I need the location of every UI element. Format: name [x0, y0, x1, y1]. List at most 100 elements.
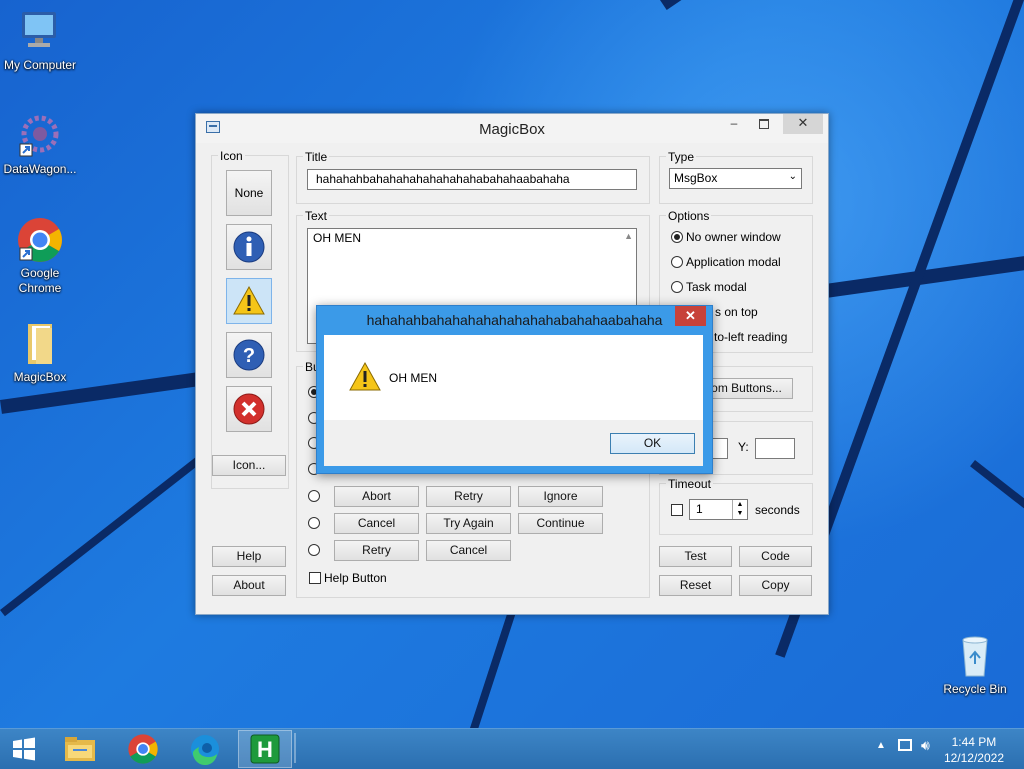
desktop-icon-label: MagicBox	[13, 370, 67, 384]
maximize-icon	[759, 119, 769, 129]
chevron-down-icon: ⌄	[788, 171, 797, 182]
option-task-modal-radio[interactable]	[671, 281, 683, 293]
minimize-button[interactable]: ‒	[719, 114, 749, 134]
message-box-text: OH MEN	[389, 371, 437, 385]
icon-info-button[interactable]	[226, 224, 272, 270]
taskbar-magicbox-app[interactable]: H	[238, 730, 292, 768]
timeout-value: 1	[696, 502, 703, 516]
h-app-icon: H	[250, 734, 280, 764]
title-group-label: Title	[303, 150, 330, 164]
desktop-icon-magicbox[interactable]: MagicBox	[0, 320, 80, 385]
title-input[interactable]: hahahahbahahahahahahahahabahahaabahaha	[307, 169, 637, 190]
title-bar[interactable]: MagicBox ‒ ✕	[196, 114, 828, 143]
text-value: OH MEN	[313, 231, 361, 245]
volume-icon[interactable]: 🔊︎	[921, 737, 930, 754]
choose-icon-button[interactable]: Icon...	[212, 455, 286, 476]
error-icon	[233, 393, 265, 425]
ignore-button[interactable]: Ignore	[518, 486, 603, 507]
icon-error-button[interactable]	[226, 386, 272, 432]
custom-buttons-button[interactable]: om Buttons...	[700, 378, 793, 399]
spinner-arrows-icon: ▲ ▼	[732, 500, 747, 519]
timeout-group-label: Timeout	[666, 477, 713, 491]
ok-button[interactable]: OK	[610, 433, 695, 454]
warning-icon	[349, 361, 381, 391]
retry-button[interactable]: Retry	[334, 540, 419, 561]
icon-warning-button[interactable]	[226, 278, 272, 324]
option-app-modal-label: Application modal	[686, 255, 781, 269]
help-button[interactable]: Help	[212, 546, 286, 567]
folder-icon	[16, 320, 64, 368]
cancel-button[interactable]: Cancel	[426, 540, 511, 561]
options-group-label: Options	[666, 209, 712, 223]
y-position-input[interactable]	[755, 438, 795, 459]
option-app-modal-radio[interactable]	[671, 256, 683, 268]
text-group-label: Text	[303, 209, 330, 223]
warning-icon	[233, 285, 265, 315]
test-button[interactable]: Test	[659, 546, 732, 567]
icon-none-button[interactable]: None	[226, 170, 272, 216]
desktop-icon-datawagon[interactable]: DataWagon...	[0, 112, 80, 177]
option-task-modal-label: Task modal	[686, 280, 747, 294]
taskbar-edge[interactable]	[178, 730, 232, 768]
type-group-label: Type	[666, 150, 697, 164]
continue-button[interactable]: Continue	[518, 513, 603, 534]
desktop-icon-my-computer[interactable]: My Computer	[0, 8, 80, 73]
desktop-icon-label: Recycle Bin	[943, 682, 1007, 696]
show-hidden-icons[interactable]: ▲	[876, 740, 886, 751]
timeout-unit: seconds	[755, 503, 800, 517]
option-no-owner-radio[interactable]	[671, 231, 683, 243]
option-no-owner-label: No owner window	[686, 230, 781, 244]
question-icon: ?	[233, 339, 265, 371]
reset-button[interactable]: Reset	[659, 575, 732, 596]
retry-button[interactable]: Retry	[426, 486, 511, 507]
message-box-close-button[interactable]: ✕	[675, 306, 706, 326]
cancel-button[interactable]: Cancel	[334, 513, 419, 534]
y-position-label: Y:	[738, 440, 749, 454]
recycle-bin-icon	[951, 632, 999, 680]
help-button-checkbox[interactable]	[309, 572, 321, 584]
desktop-icon-google-chrome[interactable]: Google Chrome	[0, 216, 80, 296]
icon-question-button[interactable]: ?	[226, 332, 272, 378]
desktop-icon-recycle-bin[interactable]: Recycle Bin	[935, 632, 1015, 697]
type-select[interactable]: MsgBox ⌄	[669, 168, 802, 189]
taskbar-chrome[interactable]	[116, 730, 170, 768]
desktop-icon-label: DataWagon...	[3, 162, 77, 176]
start-button[interactable]	[0, 730, 48, 768]
chrome-icon	[128, 734, 158, 764]
about-button[interactable]: About	[212, 575, 286, 596]
minimize-icon: ‒	[730, 116, 738, 130]
close-icon: ✕	[685, 308, 696, 323]
taskbar-file-explorer[interactable]	[53, 730, 107, 768]
copy-button[interactable]: Copy	[739, 575, 812, 596]
windows-start-icon	[13, 737, 35, 761]
info-icon	[233, 231, 265, 263]
timeout-checkbox[interactable]	[671, 504, 683, 516]
maximize-button[interactable]	[749, 114, 779, 134]
buttons-radio-cancel-tryagain-continue[interactable]	[308, 517, 320, 529]
desktop-icon-label: Google Chrome	[18, 266, 62, 295]
help-button-label: Help Button	[324, 571, 387, 585]
icon-group-label: Icon	[218, 149, 245, 163]
close-button[interactable]: ✕	[783, 114, 823, 134]
buttons-radio-abort-retry-ignore[interactable]	[308, 490, 320, 502]
message-box-footer: OK	[324, 420, 703, 466]
desktop-icon-label: My Computer	[3, 58, 77, 72]
svg-text:?: ?	[243, 345, 255, 367]
taskbar-divider	[294, 733, 296, 763]
try-again-button[interactable]: Try Again	[426, 513, 511, 534]
message-box-title: hahahahbahahahahahahahahabahahaabahaha	[366, 312, 663, 328]
scroll-up-icon: ▲	[624, 231, 633, 241]
buttons-radio-retry-cancel[interactable]	[308, 544, 320, 556]
system-clock[interactable]: 1:44 PM 12/12/2022	[944, 734, 1004, 766]
close-icon: ✕	[797, 115, 809, 130]
timeout-spinner[interactable]: 1 ▲ ▼	[689, 499, 748, 520]
clock-time: 1:44 PM	[951, 735, 997, 749]
code-button[interactable]: Code	[739, 546, 812, 567]
abort-button[interactable]: Abort	[334, 486, 419, 507]
chrome-icon	[16, 216, 64, 264]
network-icon[interactable]	[898, 739, 912, 751]
option-rtl-reading-label: to-left reading	[714, 330, 788, 344]
file-explorer-icon	[65, 737, 95, 761]
clock-date: 12/12/2022	[943, 751, 1004, 765]
message-box-dialog: hahahahbahahahahahahahahabahahaabahaha ✕…	[316, 305, 713, 474]
